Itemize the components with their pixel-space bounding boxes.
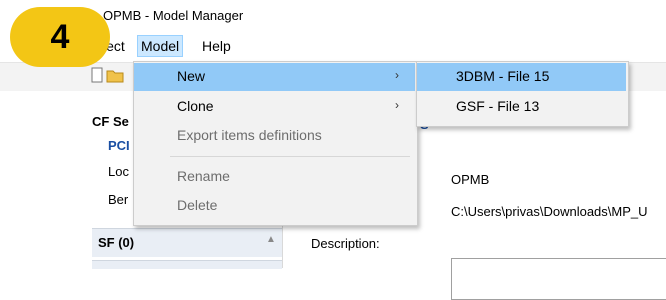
- description-field[interactable]: [451, 258, 666, 300]
- menu-model[interactable]: Model: [137, 35, 184, 57]
- step-badge-number: 4: [50, 18, 70, 56]
- collapse-arrow-icon[interactable]: ▲: [266, 234, 276, 245]
- model-path-value: C:\Users\privas\Downloads\MP_U: [451, 204, 648, 219]
- panel-header: CF Se: [92, 114, 129, 129]
- chevron-right-icon: ›: [395, 68, 399, 82]
- menu-item-new-label: New: [177, 68, 206, 84]
- submenu-item-3dbm-label: 3DBM - File 15: [456, 68, 550, 84]
- submenu-item-gsf-label: GSF - File 13: [456, 98, 540, 114]
- open-folder-icon[interactable]: [106, 66, 124, 84]
- list-item-ber[interactable]: Ber: [108, 192, 128, 207]
- menu-item-clone-label: Clone: [177, 98, 214, 114]
- menu-separator: [170, 156, 410, 157]
- menu-help[interactable]: Help: [199, 37, 234, 55]
- new-file-icon[interactable]: [88, 66, 106, 84]
- window-title: OPMB - Model Manager: [103, 8, 244, 23]
- menu-item-export-label: Export items definitions: [177, 127, 322, 143]
- chevron-right-icon: ›: [395, 98, 399, 112]
- menu-item-delete-label: Delete: [177, 197, 218, 213]
- list-item-pci[interactable]: PCI: [108, 138, 130, 153]
- list-item-loc[interactable]: Loc: [108, 164, 129, 179]
- description-label: Description:: [311, 236, 380, 251]
- menu-item-rename-label: Rename: [177, 168, 230, 184]
- model-name-value: OPMB: [451, 172, 490, 187]
- sf-section-label: SF (0): [98, 235, 135, 250]
